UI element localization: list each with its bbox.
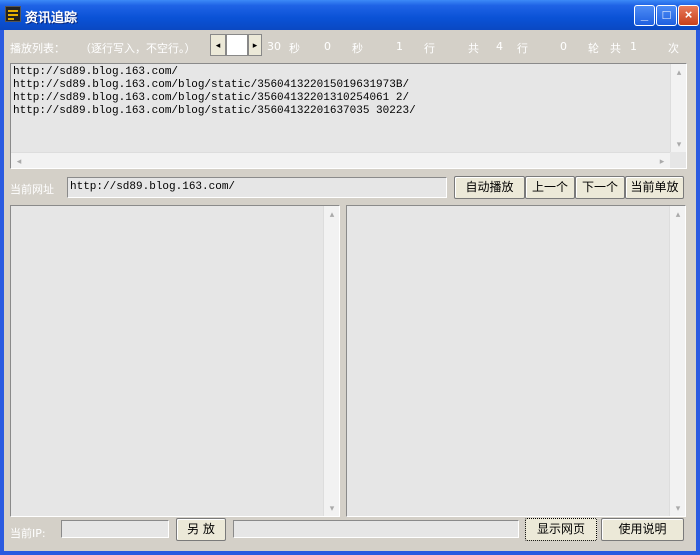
scroll-down-icon[interactable]: ▾ [324, 500, 340, 516]
round-value: 0 [560, 40, 567, 53]
minimize-button[interactable]: _ [634, 5, 655, 26]
client-area: 播放列表： （逐行写入，不空行。） ◂ ▸ 30 秒 0 秒 1 行 共 4 行… [4, 30, 696, 551]
auto-play-button[interactable]: 自动播放 [454, 176, 525, 199]
close-button[interactable]: × [678, 5, 699, 26]
playlist-horizontal-scrollbar[interactable]: ◂ ▸ [11, 152, 670, 168]
current-line-value: 1 [396, 40, 403, 53]
app-icon [5, 6, 21, 22]
playlist-line: http://sd89.blog.163.com/blog/static/356… [13, 105, 416, 117]
interval-unit: 秒 [289, 42, 300, 55]
total-lines-value: 4 [496, 40, 503, 53]
interval-decrement-button[interactable]: ◂ [210, 34, 226, 56]
right-arrow-icon: ▸ [252, 40, 258, 50]
interval-slider-thumb[interactable] [226, 34, 248, 56]
playlist-vertical-scrollbar[interactable]: ▴ ▾ [670, 64, 686, 152]
round-unit: 轮 [588, 42, 599, 55]
playlist-label: 播放列表： [10, 42, 65, 55]
app-window: 资讯追踪 _ □ × 播放列表： （逐行写入，不空行。） ◂ ▸ 30 秒 0 … [0, 0, 700, 555]
scroll-up-icon[interactable]: ▴ [324, 206, 340, 222]
title-bar[interactable]: 资讯追踪 _ □ × [0, 0, 700, 30]
scroll-up-icon[interactable]: ▴ [671, 64, 687, 80]
playlist-hint: （逐行写入，不空行。） [80, 42, 196, 55]
left-browser-pane[interactable]: ▴ ▾ [10, 205, 340, 517]
total-rounds-value: 1 [630, 40, 637, 53]
playlist-line: http://sd89.blog.163.com/ [13, 66, 179, 78]
interval-value: 30 [267, 40, 281, 53]
right-browser-pane[interactable]: ▴ ▾ [346, 205, 686, 517]
scroll-up-icon[interactable]: ▴ [670, 206, 686, 222]
scroll-right-icon[interactable]: ▸ [654, 153, 670, 169]
elapsed-value: 0 [324, 40, 331, 53]
scroll-left-icon[interactable]: ◂ [11, 153, 27, 169]
playlist-lines: http://sd89.blog.163.com/ http://sd89.bl… [13, 66, 668, 118]
left-arrow-icon: ◂ [215, 40, 221, 50]
help-button[interactable]: 使用说明 [601, 518, 684, 541]
save-as-button[interactable]: 另 放 [176, 518, 226, 541]
current-line-unit: 行 [424, 42, 435, 55]
playlist-line: http://sd89.blog.163.com/blog/static/356… [13, 79, 410, 91]
elapsed-unit: 秒 [352, 42, 363, 55]
interval-increment-button[interactable]: ▸ [248, 34, 262, 56]
left-pane-scrollbar[interactable]: ▴ ▾ [323, 206, 339, 516]
next-button[interactable]: 下一个 [575, 176, 625, 199]
show-page-button[interactable]: 显示网页 [525, 518, 597, 541]
total-rounds-label: 共 [610, 42, 621, 55]
maximize-button[interactable]: □ [656, 5, 677, 26]
prev-button[interactable]: 上一个 [525, 176, 575, 199]
current-ip-field[interactable] [61, 520, 169, 538]
playlist-line: http://sd89.blog.163.com/blog/static/356… [13, 92, 410, 104]
status-field [233, 520, 519, 538]
single-play-button[interactable]: 当前单放 [625, 176, 684, 199]
playlist-textarea[interactable]: http://sd89.blog.163.com/ http://sd89.bl… [10, 63, 687, 169]
current-ip-label: 当前IP: [10, 527, 46, 540]
current-url-label: 当前网址 [10, 183, 54, 196]
current-url-field[interactable]: http://sd89.blog.163.com/ [67, 177, 447, 198]
right-pane-scrollbar[interactable]: ▴ ▾ [669, 206, 685, 516]
total-lines-label: 共 [468, 42, 479, 55]
total-rounds-unit: 次 [668, 42, 679, 55]
scroll-down-icon[interactable]: ▾ [671, 136, 687, 152]
window-title: 资讯追踪 [25, 11, 78, 26]
total-lines-unit: 行 [517, 42, 528, 55]
scroll-down-icon[interactable]: ▾ [670, 500, 686, 516]
